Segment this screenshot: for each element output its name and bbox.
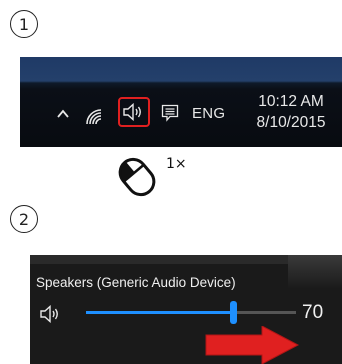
- wifi-icon[interactable]: [84, 107, 104, 125]
- clock-date[interactable]: 8/10/2015: [252, 114, 330, 132]
- speaker-icon[interactable]: [40, 304, 64, 324]
- clock-time[interactable]: 10:12 AM: [252, 93, 330, 111]
- device-name[interactable]: Speakers (Generic Audio Device): [36, 275, 236, 290]
- popup-corner-shade: [288, 255, 342, 289]
- volume-icon[interactable]: [123, 102, 145, 122]
- volume-slider-thumb[interactable]: [230, 301, 237, 324]
- volume-slider[interactable]: [86, 301, 296, 324]
- language-indicator[interactable]: ENG: [192, 105, 225, 122]
- chevron-up-icon[interactable]: [56, 107, 70, 121]
- step-1-number: 1: [18, 14, 30, 34]
- arrow-right-icon: [204, 325, 300, 364]
- taskbar: ENG 10:12 AM 8/10/2015: [20, 57, 342, 147]
- step-1-marker: 1: [10, 10, 38, 38]
- volume-popup: Speakers (Generic Audio Device) 70: [30, 255, 342, 364]
- volume-value: 70: [302, 302, 324, 323]
- mouse-click-icon: [112, 152, 162, 202]
- step-2-number: 2: [18, 209, 30, 229]
- volume-slider-fill: [86, 311, 233, 314]
- action-center-icon[interactable]: [161, 104, 179, 122]
- click-count: 1×: [166, 156, 187, 172]
- step-2-marker: 2: [10, 205, 38, 233]
